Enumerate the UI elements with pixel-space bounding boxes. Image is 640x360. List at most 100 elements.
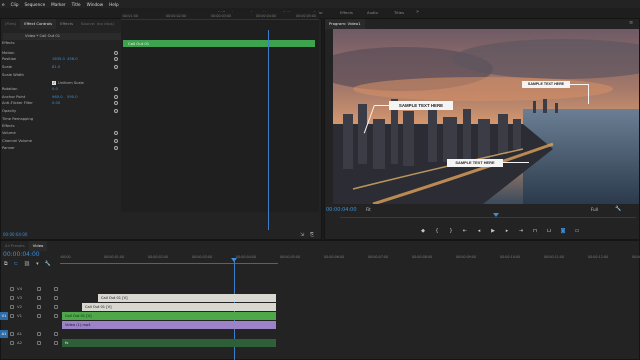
effect-controls-clip-bar[interactable]: Call Out 01 — [123, 40, 315, 47]
lift-icon[interactable]: ⊓ — [532, 228, 538, 234]
track-header-v3[interactable]: V3 — [0, 294, 60, 302]
tab-files[interactable]: (Files) — [1, 19, 20, 29]
tab-effects[interactable]: Effects — [56, 19, 77, 29]
effect-controls-playhead[interactable] — [268, 30, 269, 230]
lock-icon[interactable] — [10, 305, 14, 309]
workspace-audio[interactable]: Audio — [367, 10, 378, 15]
workspace-titles[interactable]: Titles — [394, 10, 404, 15]
source-patch[interactable] — [0, 303, 8, 311]
lock-icon[interactable] — [10, 296, 14, 300]
export-frame-icon[interactable]: ⎘ — [310, 232, 314, 238]
program-scrub-bar[interactable] — [340, 214, 636, 218]
clip-callout-v4[interactable]: Call Out 01 [V] — [98, 294, 276, 302]
play-icon[interactable]: ▶ — [490, 228, 496, 234]
source-patch[interactable]: A1 — [0, 330, 8, 338]
nest-icon[interactable]: ⧉ — [4, 261, 8, 267]
go-to-in-icon[interactable]: ⇤ — [462, 228, 468, 234]
effect-controls-timecode[interactable]: 00:00:04:00 — [3, 232, 27, 237]
lock-icon[interactable] — [10, 341, 14, 345]
clip-callout-v2[interactable]: Call Out 01 [V] — [62, 312, 276, 320]
effect-controls-ruler[interactable]: :00:01:00 00:00:02:00 00:00:03:00 00:00:… — [121, 14, 319, 20]
effect-property-row[interactable]: Channel Volume — [0, 138, 120, 144]
menu-marker[interactable]: Marker — [51, 2, 65, 7]
property-value[interactable]: 0.0 — [52, 86, 58, 92]
clip-callout-v3[interactable]: Call Out 01 [V] — [82, 303, 276, 311]
sync-lock-icon[interactable] — [37, 332, 41, 336]
mark-in-icon[interactable]: { — [434, 228, 440, 234]
effect-property-row[interactable]: Scale Width — [0, 72, 120, 78]
property-value[interactable]: 0.00 — [52, 100, 60, 106]
effect-property-row[interactable]: Anti-Flicker Filter 0.00 — [0, 100, 120, 106]
callout-3[interactable]: SAMPLE TEXT HERE — [447, 159, 503, 167]
eye-icon[interactable] — [54, 296, 58, 300]
effect-property-row[interactable]: Time Remapping — [0, 116, 120, 122]
tab-program[interactable]: Program: Video1 — [325, 19, 365, 29]
reset-parameter-icon[interactable] — [114, 95, 118, 99]
tab-all-presets[interactable]: All Presets — [1, 241, 29, 251]
effect-property-row[interactable]: Volume — [0, 130, 120, 136]
source-patch[interactable] — [0, 285, 8, 293]
reset-parameter-icon[interactable] — [114, 51, 118, 55]
lock-icon[interactable] — [10, 287, 14, 291]
reset-parameter-icon[interactable] — [114, 57, 118, 61]
tab-effect-controls[interactable]: Effect Controls — [20, 19, 57, 29]
effect-property-row[interactable]: Effects — [0, 123, 120, 129]
effect-property-row[interactable]: Position 1635.0 456.0 — [0, 56, 120, 62]
source-patch[interactable] — [0, 294, 8, 302]
clip-audio-a2[interactable]: fx — [62, 339, 276, 347]
lock-icon[interactable] — [10, 332, 14, 336]
menu-edit[interactable]: e — [2, 2, 5, 7]
property-value-2[interactable]: 456.0 — [67, 56, 78, 62]
step-back-icon[interactable]: ◂ — [476, 228, 482, 234]
timeline-ruler[interactable]: :00:00 00:00:01:00 00:00:02:00 00:00:03:00 0… — [60, 255, 640, 261]
panel-menu-icon[interactable]: ≡ — [629, 20, 633, 26]
track-header-a1[interactable]: A1 A1 — [0, 330, 60, 338]
reset-parameter-icon[interactable] — [114, 65, 118, 69]
callout-2[interactable]: SAMPLE TEXT HERE — [522, 81, 570, 88]
effect-property-row[interactable]: Effects — [0, 40, 120, 46]
menu-help[interactable]: Help — [109, 2, 119, 7]
program-timecode[interactable]: 00:00:04:00 — [326, 207, 357, 213]
sync-lock-icon[interactable] — [37, 305, 41, 309]
uniform-scale-checkbox[interactable]: ✓ — [52, 81, 56, 85]
effect-property-row[interactable]: Panner — [0, 145, 120, 151]
timeline-settings-icon[interactable]: 🔧 — [45, 261, 51, 267]
sync-lock-icon[interactable] — [37, 341, 41, 345]
tab-source[interactable]: Source: (no clips) — [77, 19, 118, 29]
eye-icon[interactable] — [54, 314, 58, 318]
reset-parameter-icon[interactable] — [114, 139, 118, 143]
effect-property-row[interactable]: Rotation 0.0 — [0, 86, 120, 92]
callout-1[interactable]: SAMPLE TEXT HERE — [389, 101, 453, 110]
eye-icon[interactable] — [54, 287, 58, 291]
clip-video-v1[interactable]: Video (1).mp4 — [62, 321, 276, 329]
reset-parameter-icon[interactable] — [114, 109, 118, 113]
tab-sequence-video[interactable]: Video — [28, 241, 48, 251]
mark-out-icon[interactable]: } — [448, 228, 454, 234]
eye-icon[interactable] — [54, 332, 58, 336]
zoom-level-select[interactable]: Fit — [366, 207, 371, 212]
menu-title[interactable]: Title — [72, 2, 81, 7]
property-value[interactable]: 1635.0 — [52, 56, 65, 62]
menu-sequence[interactable]: Sequence — [25, 2, 46, 7]
step-forward-icon[interactable]: ▸ — [504, 228, 510, 234]
zoom-icon[interactable]: ⇲ — [300, 232, 304, 238]
track-header-v2[interactable]: V2 — [0, 303, 60, 311]
reset-parameter-icon[interactable] — [114, 87, 118, 91]
effect-property-row[interactable]: Opacity — [0, 108, 120, 114]
eye-icon[interactable] — [54, 305, 58, 309]
eye-icon[interactable] — [54, 341, 58, 345]
sync-lock-icon[interactable] — [37, 296, 41, 300]
effect-property-row[interactable]: Scale 81.0 — [0, 64, 120, 70]
sync-lock-icon[interactable] — [37, 314, 41, 318]
more-workspaces-icon[interactable]: » — [416, 9, 419, 15]
reset-parameter-icon[interactable] — [114, 131, 118, 135]
timeline-timecode[interactable]: 00:00:04:00 — [3, 251, 40, 258]
reset-parameter-icon[interactable] — [114, 146, 118, 150]
settings-icon[interactable]: 🔧 — [615, 206, 621, 212]
program-playhead[interactable] — [493, 213, 499, 217]
source-patch[interactable] — [0, 339, 8, 347]
menu-clip[interactable]: Clip — [11, 2, 19, 7]
playback-resolution-select[interactable]: Full — [591, 207, 598, 212]
go-to-out-icon[interactable]: ⇥ — [518, 228, 524, 234]
extract-icon[interactable]: ⊔ — [546, 228, 552, 234]
